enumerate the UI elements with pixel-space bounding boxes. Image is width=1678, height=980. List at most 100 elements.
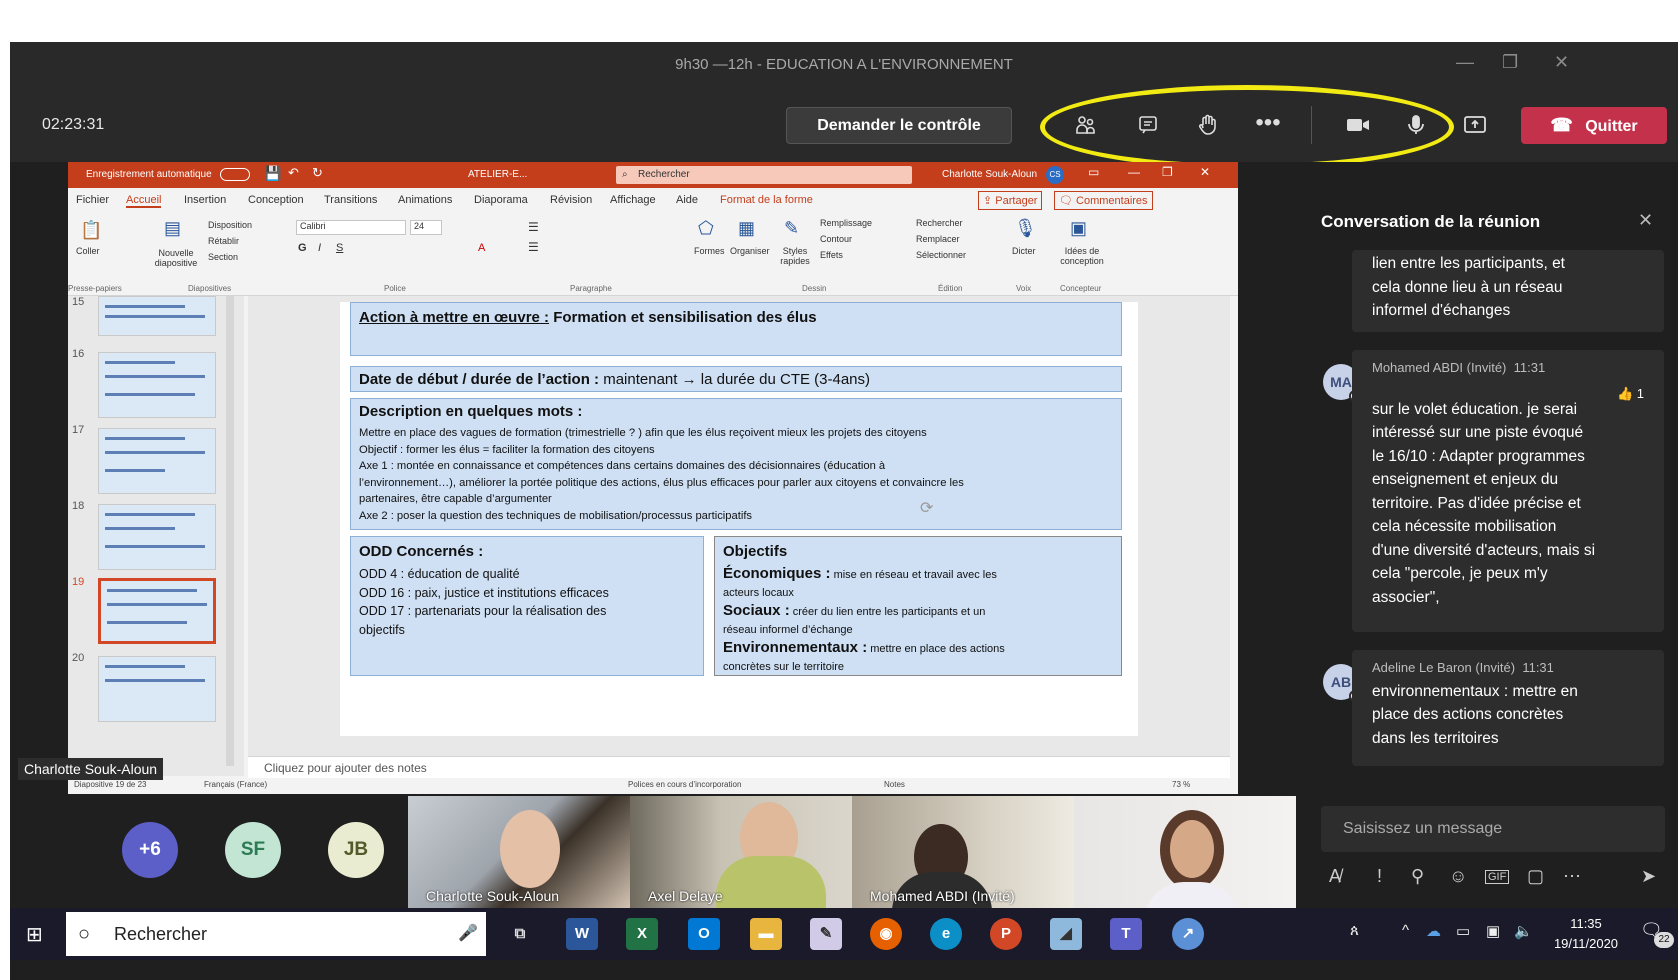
designer-icon[interactable]: ▣ (1070, 218, 1087, 239)
network-icon[interactable]: ▣ (1486, 922, 1500, 940)
share-screen-icon[interactable] (1458, 108, 1492, 142)
slide-thumbnail[interactable] (98, 296, 216, 336)
zoom-level[interactable]: 73 % (1172, 780, 1190, 789)
ppt-user-avatar[interactable]: CS (1046, 166, 1064, 184)
status-language[interactable]: Français (France) (204, 780, 267, 789)
fill-button[interactable]: Remplissage (820, 218, 872, 228)
video-tile[interactable]: Axel Delaye (630, 796, 858, 908)
notes-pane[interactable]: Cliquez pour ajouter des notes (248, 756, 1230, 778)
tab-diaporama[interactable]: Diaporama (474, 194, 528, 206)
redo-icon[interactable]: ↻ (312, 165, 323, 181)
date-box[interactable]: Date de début / durée de l’action : main… (350, 366, 1122, 392)
tab-aide[interactable]: Aide (676, 194, 698, 206)
battery-icon[interactable]: ▭ (1456, 922, 1470, 940)
find-button[interactable]: Rechercher (916, 218, 963, 228)
undo-icon[interactable]: ↶ (288, 165, 299, 181)
bullets-icon[interactable]: ☰ (528, 220, 539, 234)
dictate-label[interactable]: Dicter (1012, 246, 1036, 256)
paste-label[interactable]: Coller (76, 246, 100, 256)
outline-button[interactable]: Contour (820, 234, 852, 244)
excel-icon[interactable]: X (626, 918, 658, 950)
close-icon[interactable]: ✕ (1554, 52, 1569, 73)
slide-thumbnail-selected[interactable] (98, 578, 216, 644)
tab-transitions[interactable]: Transitions (324, 194, 377, 206)
font-family-select[interactable]: Calibri (296, 220, 406, 235)
slide-thumbnail[interactable] (98, 656, 216, 722)
sticker-icon[interactable]: ▢ (1527, 866, 1544, 887)
tab-insertion[interactable]: Insertion (184, 194, 226, 206)
tab-affichage[interactable]: Affichage (610, 194, 656, 206)
remote-icon[interactable]: ↗ (1172, 918, 1204, 950)
teams-icon[interactable]: T (1110, 918, 1142, 950)
minimize-icon[interactable]: — (1456, 52, 1474, 73)
participant-avatar-jb[interactable]: JB (328, 822, 384, 878)
bold-icon[interactable]: G (298, 242, 307, 254)
arrange-icon[interactable]: ▦ (738, 218, 755, 239)
select-button[interactable]: Sélectionner (916, 250, 966, 260)
file-name[interactable]: ATELIER-E... (468, 169, 527, 180)
tab-format-forme[interactable]: Format de la forme (720, 194, 813, 206)
save-icon[interactable]: 💾 (264, 165, 281, 182)
ppt-close-icon[interactable]: ✕ (1200, 165, 1210, 179)
leave-meeting-button[interactable]: ☎ Quitter (1521, 107, 1667, 144)
taskbar-clock[interactable]: 11:35 19/11/2020 (1546, 914, 1626, 954)
rotate-handle-icon[interactable]: ⟳ (920, 498, 933, 518)
reset-button[interactable]: Rétablir (208, 236, 239, 246)
layout-button[interactable]: Disposition (208, 220, 252, 230)
emoji-icon[interactable]: ☺ (1449, 866, 1467, 887)
more-compose-icon[interactable]: ⋯ (1563, 866, 1581, 887)
outlook-icon[interactable]: O (688, 918, 720, 950)
italic-icon[interactable]: I (318, 242, 321, 254)
taskbar-search[interactable]: ○ Rechercher 🎤 (66, 912, 486, 956)
more-participants-avatar[interactable]: +6 (122, 822, 178, 878)
styles-label[interactable]: Styles rapides (774, 246, 816, 266)
font-size-select[interactable]: 24 (410, 220, 442, 235)
shapes-icon[interactable]: ⬠ (698, 218, 714, 239)
replace-button[interactable]: Remplacer (916, 234, 960, 244)
request-control-button[interactable]: Demander le contrôle (786, 107, 1012, 144)
video-tile[interactable]: Charlotte Souk-Aloun (408, 796, 636, 908)
notes-app-icon[interactable]: ◢ (1050, 918, 1082, 950)
slide-canvas[interactable]: Action à mettre en œuvre : Formation et … (340, 302, 1138, 736)
action-box[interactable]: Action à mettre en œuvre : Formation et … (350, 302, 1122, 356)
powerpoint-icon[interactable]: P (990, 918, 1022, 950)
shapes-label[interactable]: Formes (694, 246, 725, 256)
objectives-box[interactable]: Objectifs Économiques : mise en réseau e… (714, 536, 1122, 676)
notes-toggle[interactable]: Notes (884, 780, 905, 789)
comments-button[interactable]: 🗨 Commentaires (1054, 191, 1153, 210)
tab-conception[interactable]: Conception (248, 194, 304, 206)
ppt-restore-icon[interactable]: ❐ (1162, 165, 1173, 179)
volume-icon[interactable]: 🔈 (1514, 922, 1533, 940)
chat-input[interactable]: Saisissez un message (1321, 806, 1665, 852)
paint-icon[interactable]: ✎ (810, 918, 842, 950)
thumbs-up-icon[interactable]: 👍 (1617, 386, 1633, 401)
font-color-icon[interactable]: A (478, 242, 485, 254)
share-button[interactable]: ⇪ Partager (978, 191, 1043, 210)
underline-icon[interactable]: S (336, 242, 343, 254)
word-icon[interactable]: W (566, 918, 598, 950)
onedrive-icon[interactable]: ☁ (1426, 922, 1441, 940)
firefox-icon[interactable]: ◉ (870, 918, 902, 950)
ppt-minimize-icon[interactable]: — (1128, 165, 1140, 179)
slide-thumbnail[interactable] (98, 352, 216, 418)
styles-icon[interactable]: ✎ (784, 218, 799, 239)
align-left-icon[interactable]: ☰ (528, 240, 539, 254)
designer-label[interactable]: Idées de conception (1054, 246, 1110, 266)
format-icon[interactable]: A̸ (1329, 866, 1341, 887)
slide-thumbnail[interactable] (98, 428, 216, 494)
new-slide-label[interactable]: Nouvelle diapositive (148, 248, 204, 268)
participant-avatar-sf[interactable]: SF (225, 822, 281, 878)
autosave-toggle[interactable] (220, 168, 250, 181)
task-view-icon[interactable]: ⧉ (504, 918, 536, 950)
slide-thumbnail[interactable] (98, 504, 216, 570)
section-button[interactable]: Section (208, 252, 238, 262)
chat-close-icon[interactable]: ✕ (1638, 210, 1653, 231)
tray-chevron-icon[interactable]: ^ (1402, 922, 1409, 939)
send-icon[interactable]: ➤ (1641, 866, 1656, 887)
ppt-search-box[interactable]: ⌕ Rechercher (616, 166, 912, 184)
thumbnails-scrollbar[interactable] (226, 296, 234, 766)
gif-icon[interactable]: GIF (1485, 870, 1510, 884)
tab-revision[interactable]: Révision (550, 194, 592, 206)
tab-fichier[interactable]: Fichier (76, 194, 109, 206)
tab-accueil[interactable]: Accueil (126, 194, 162, 208)
